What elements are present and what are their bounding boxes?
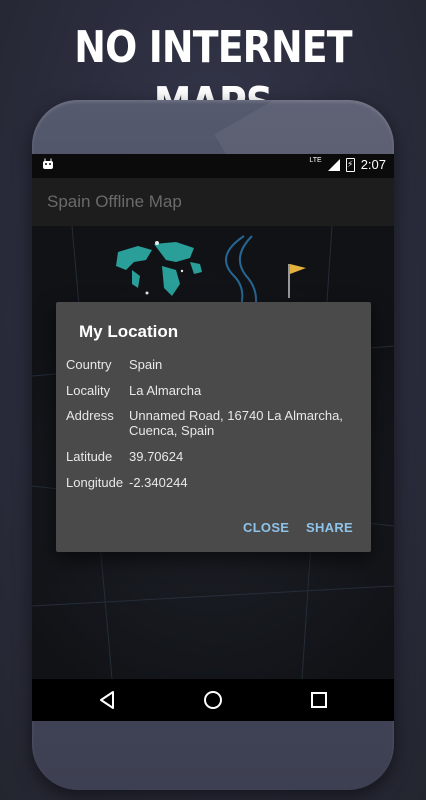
home-circle-icon[interactable]	[201, 688, 225, 712]
phone-frame: LTE ⚡ 2:07 Spain Offline Map My Location…	[32, 100, 394, 790]
battery-charging-icon: ⚡	[345, 157, 355, 172]
longitude-label: Longitude	[66, 475, 124, 490]
close-button[interactable]: CLOSE	[243, 520, 289, 535]
app-title: Spain Offline Map	[47, 192, 182, 211]
network-type-label: LTE	[309, 156, 322, 164]
country-label: Country	[66, 357, 112, 372]
locality-value: La Almarcha	[129, 383, 202, 398]
status-clock: 2:07	[360, 157, 386, 172]
navigation-bar	[32, 679, 394, 721]
app-bar: Spain Offline Map	[32, 178, 394, 226]
location-dialog: My Location Country Spain Locality La Al…	[56, 302, 371, 552]
address-value: Unnamed Road, 16740 La Almarcha, Cuenca,…	[129, 408, 343, 438]
flag-pin-graphic	[288, 264, 306, 298]
phone-screen: LTE ⚡ 2:07 Spain Offline Map My Location…	[32, 154, 394, 721]
dialog-title: My Location	[79, 322, 179, 341]
country-value: Spain	[129, 357, 163, 372]
locality-label: Locality	[66, 383, 111, 398]
longitude-value: -2.340244	[129, 475, 188, 490]
latitude-label: Latitude	[66, 449, 113, 464]
address-label: Address	[66, 408, 114, 423]
status-bar: LTE ⚡ 2:07	[32, 154, 394, 178]
signal-icon	[327, 158, 340, 171]
back-triangle-icon[interactable]	[96, 688, 120, 712]
recents-square-icon[interactable]	[307, 688, 331, 712]
world-map-graphic	[116, 242, 202, 296]
share-button[interactable]: SHARE	[306, 520, 353, 535]
android-notification-icon	[42, 158, 54, 173]
latitude-value: 39.70624	[129, 449, 184, 464]
